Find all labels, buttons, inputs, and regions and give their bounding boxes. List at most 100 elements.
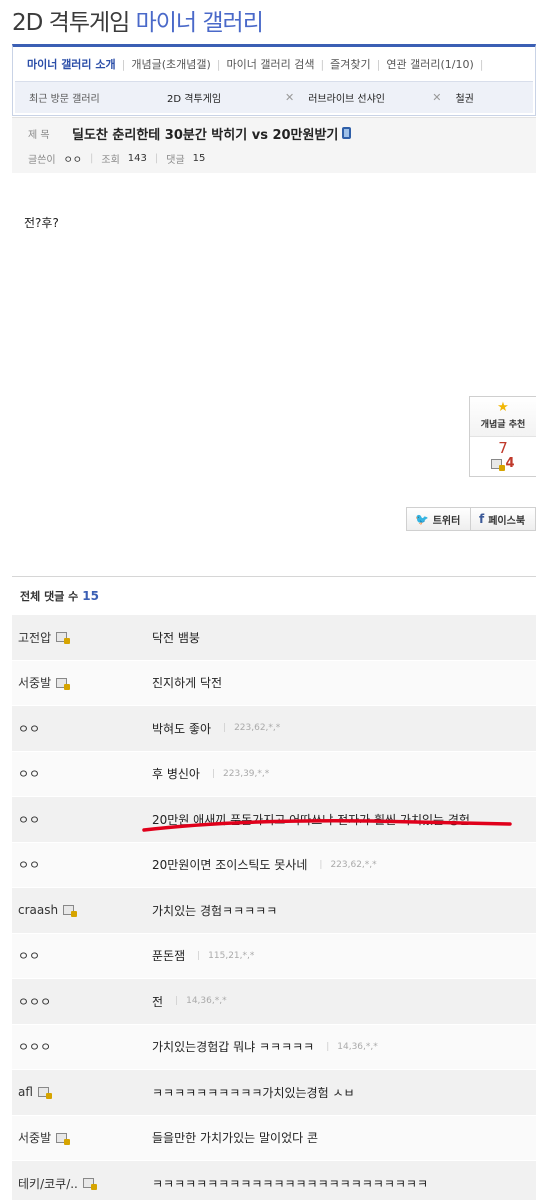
comment-author[interactable]: ㅇㅇ [18,706,40,751]
fixed-recommend-count: 4 [505,456,515,471]
comment-author-name: 서중발 [18,1131,52,1146]
post-body: 전?후? [24,216,59,230]
comment-author[interactable]: 고전압 [18,615,71,660]
comment-body: 박혀도 좋아 [152,721,212,736]
recent-gallery-3[interactable]: 철권 [455,90,473,105]
twitter-share-button[interactable]: 🐦 트위터 [407,508,471,530]
recommend-button[interactable]: ★ 개념글 추천 [470,397,536,437]
comment-text: 푼돈잼 115,21,*,* [152,934,536,979]
comment-body: 가치있는경험갑 뭐냐 ㅋㅋㅋㅋㅋ [152,1040,315,1055]
comment-count-header: 전체 댓글 수 15 [20,588,99,604]
recommend-box[interactable]: ★ 개념글 추천 7 4 [469,396,536,477]
comment-author-name: 서중발 [18,676,52,691]
comment-body: 들을만한 가치가있는 말이었다 콘 [152,1131,319,1146]
nav-related-galleries[interactable]: 연관 갤러리(1/10) [386,56,473,72]
post-header: 제 목 딜도찬 춘리한테 30분간 박히기 vs 20만원받기 글쓴이 ㅇㅇ |… [12,117,536,173]
nav-gallery-search[interactable]: 마이너 갤러리 검색 [227,56,315,72]
comment-body: 진지하게 닥전 [152,676,223,691]
comment-author[interactable]: ㅇㅇ [18,797,40,842]
comment-row: craash 가치있는 경험ㅋㅋㅋㅋㅋ [12,888,536,934]
comment-row: ㅇㅇ 후 병신아 223,39,*,* [12,751,536,797]
comment-author[interactable]: 서중발 [18,1116,71,1161]
comment-author-name: ㅇㅇㅇ [18,1040,52,1055]
comment-author[interactable]: ㅇㅇ [18,934,40,979]
nav-separator: | [479,57,484,71]
comment-body: 전 [152,994,164,1009]
post-writer[interactable]: ㅇㅇ [64,151,82,166]
comment-row: 서중발 진지하게 닥전 [12,660,536,706]
views-label: 조회 [101,154,120,166]
comment-author-name: 테키/코쿠/.. [18,1176,78,1191]
comment-author[interactable]: ㅇㅇ [18,752,40,797]
recommend-label: 개념글 추천 [480,420,526,430]
comment-row: 서중발 들을만한 가치가있는 말이었다 콘 [12,1115,536,1161]
comment-author-name: ㅇㅇ [18,767,41,782]
gallery-title[interactable]: 2D 격투게임 마이너 갤러리 [12,6,264,40]
comment-author-name: afl [18,1085,33,1100]
comment-text: 들을만한 가치가있는 말이었다 콘 [152,1116,536,1161]
comment-author[interactable]: 서중발 [18,661,71,706]
recent-gallery-1[interactable]: 2D 격투게임 [167,90,285,105]
comment-author-name: ㅇㅇㅇ [18,994,52,1009]
mobile-icon [342,127,352,139]
nav-separator: | [320,57,325,71]
nav-favorites[interactable]: 즐겨찾기 [330,56,370,72]
post-subject-row: 제 목 딜도찬 춘리한테 30분간 박히기 vs 20만원받기 [28,122,352,144]
post-meta: 글쓴이 ㅇㅇ | 조회 143 | 댓글 15 [28,149,213,167]
comment-text: 전 14,36,*,* [152,979,536,1024]
comment-body: 닥전 뱀붕 [152,630,200,645]
comment-text: 20만원이면 조이스틱도 못사네 223,62,*,* [152,843,536,888]
comment-body: 가치있는 경험ㅋㅋㅋㅋㅋ [152,903,278,918]
comment-ip: 223,39,*,* [212,769,269,779]
comment-author-name: ㅇㅇ [18,812,41,827]
nav-separator: | [376,57,381,71]
nav-best-posts[interactable]: 개념글(초개념갤) [131,56,210,72]
comment-text: 가치있는 경험ㅋㅋㅋㅋㅋ [152,888,536,933]
facebook-share-button[interactable]: f 페이스북 [471,508,525,530]
close-icon[interactable]: ✕ [432,91,441,104]
comment-author[interactable]: 테키/코쿠/.. [18,1161,97,1200]
comment-count: 15 [82,589,99,603]
comment-ip: 14,36,*,* [175,996,227,1006]
fixed-nick-icon [56,1132,71,1145]
twitter-icon: 🐦 [415,512,429,526]
meta-separator: | [154,152,159,164]
post-comment-count: 15 [192,152,206,164]
comment-row: ㅇㅇㅇ 가치있는경험갑 뭐냐 ㅋㅋㅋㅋㅋ 14,36,*,* [12,1024,536,1070]
nav-gallery-intro[interactable]: 마이너 갤러리 소개 [27,56,116,72]
comment-row: ㅇㅇ 박혀도 좋아 223,62,*,* [12,706,536,752]
comment-row: ㅇㅇ 20만원 애새끼 푼돈가지고 어따쓰냐 전자가 훨씬 가치있는 경험 [12,797,536,843]
post-views: 143 [127,152,147,164]
fixed-nick-icon [56,677,71,690]
comment-author-name: craash [18,903,59,918]
comment-author[interactable]: ㅇㅇ [18,843,40,888]
comment-author[interactable]: craash [18,888,78,933]
star-icon: ★ [497,400,509,415]
gallery-menu: 마이너 갤러리 소개 | 개념글(초개념갤) | 마이너 갤러리 검색 | 즐겨… [13,47,535,81]
subject-label: 제 목 [28,129,50,141]
comment-body: 푼돈잼 [152,949,186,964]
writer-label: 글쓴이 [28,154,56,166]
comment-author[interactable]: ㅇㅇㅇ [18,1025,51,1070]
recent-gallery-2[interactable]: 러브라이브 선샤인 [308,90,432,105]
comment-text: 진지하게 닥전 [152,661,536,706]
comment-row: ㅇㅇ 20만원이면 조이스틱도 못사네 223,62,*,* [12,842,536,888]
gallery-title-name: 2D 격투게임 [12,10,130,36]
comment-body: 20만원 애새끼 푼돈가지고 어따쓰냐 전자가 훨씬 가치있는 경험 [152,812,470,827]
close-icon[interactable]: ✕ [285,91,294,104]
fixed-nick-icon [37,1087,52,1100]
comment-author-name: ㅇㅇ [18,858,41,873]
comment-author[interactable]: afl [18,1070,52,1115]
comment-body: 후 병신아 [152,767,200,782]
facebook-icon: f [479,512,485,526]
comment-author-name: ㅇㅇ [18,949,41,964]
comment-count-label: 전체 댓글 수 [20,590,79,603]
fixed-nick-icon [491,458,506,471]
comment-text: 가치있는경험갑 뭐냐 ㅋㅋㅋㅋㅋ 14,36,*,* [152,1025,536,1070]
recent-galleries: 최근 방문 갤러리 2D 격투게임 ✕ 러브라이브 선샤인 ✕ 철권 [15,81,533,113]
share-buttons: 🐦 트위터 f 페이스북 [406,507,536,531]
divider [12,576,536,577]
comment-row: afl ㅋㅋㅋㅋㅋㅋㅋㅋㅋㅋ가치있는경험 ㅅㅂ [12,1070,536,1116]
comment-author[interactable]: ㅇㅇㅇ [18,979,51,1024]
comments-label: 댓글 [166,154,185,166]
